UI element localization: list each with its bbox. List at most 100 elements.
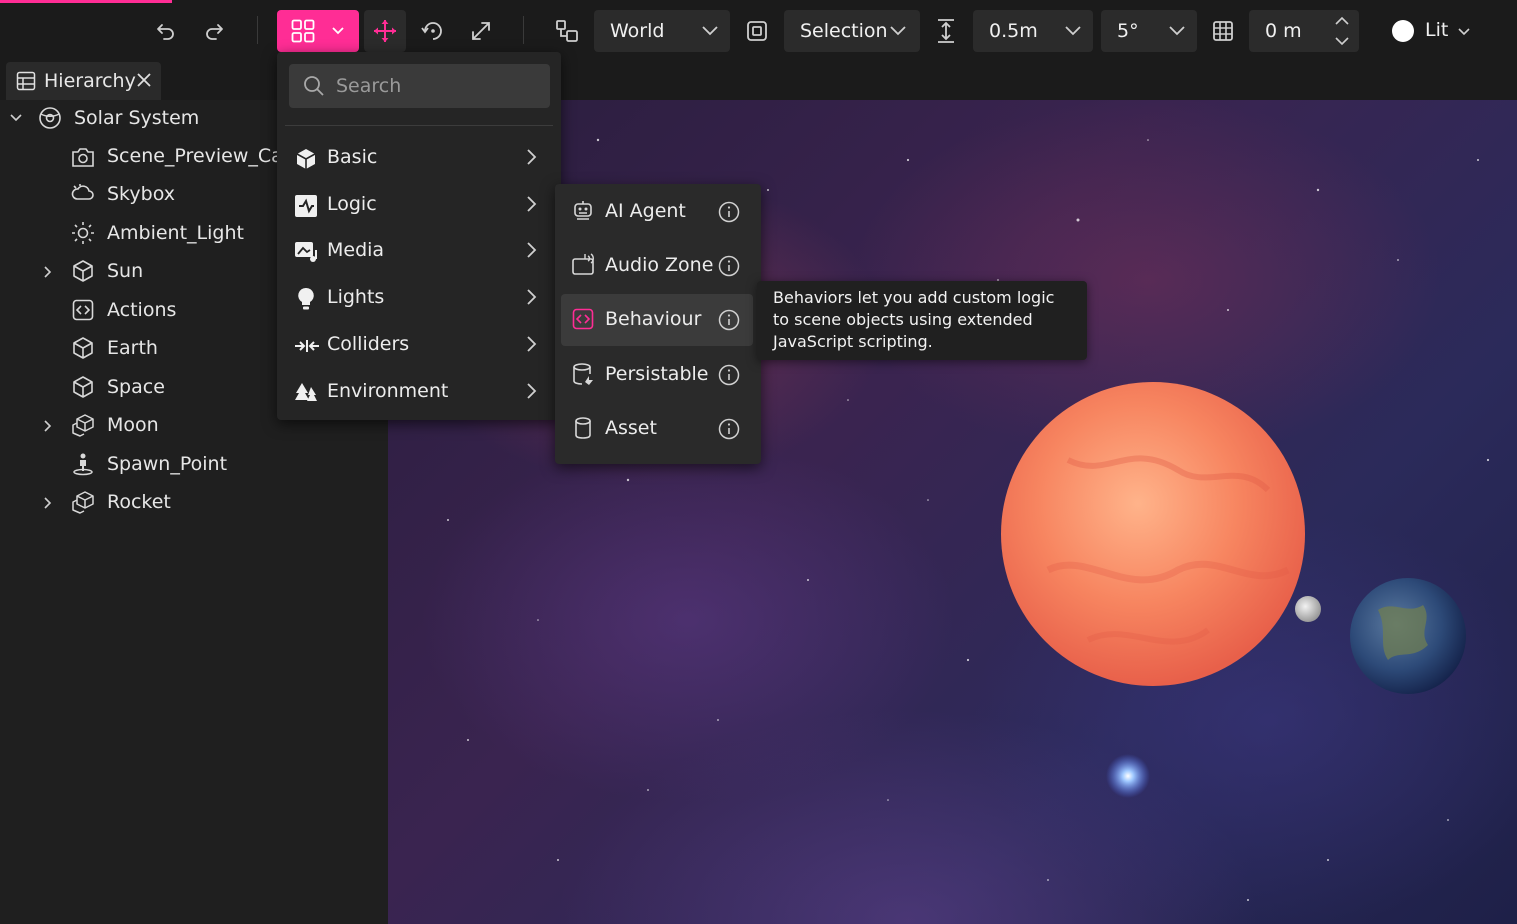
snap-distance-dropdown[interactable]: 0.5m: [973, 10, 1093, 52]
menu-item-basic[interactable]: Basic: [277, 136, 561, 182]
rotate-icon: [421, 22, 442, 40]
hierarchy-item-label: Scene_Preview_Cam: [107, 145, 302, 167]
behaviour-code-icon: [572, 308, 594, 330]
accent-line: [0, 0, 172, 3]
submenu-item-persistable[interactable]: Persistable: [561, 349, 753, 401]
menu-item-environment[interactable]: Environment: [277, 370, 561, 416]
hierarchy-item-label: Rocket: [107, 491, 171, 513]
chevron-right-icon[interactable]: [44, 420, 52, 432]
stepper-arrows-icon: [1335, 16, 1349, 46]
submenu-item-asset[interactable]: Asset: [561, 403, 753, 455]
lighting-mode-value: Lit: [1425, 19, 1449, 41]
menu-item-label: Media: [327, 239, 385, 261]
grid-snap-icon[interactable]: [1203, 10, 1243, 52]
grid-icon: [291, 19, 315, 43]
pivot-icon: [737, 10, 777, 52]
camera-icon: [72, 148, 94, 167]
submenu-item-ai-agent[interactable]: AI Agent: [561, 186, 753, 238]
logic-submenu: AI Agent Audio Zone Behaviour Persistabl…: [555, 184, 761, 464]
hierarchy-item-label: Space: [107, 376, 165, 398]
toolbar-divider: [523, 16, 524, 44]
tooltip-text: Behaviors let you add custom logic to sc…: [773, 288, 1055, 351]
menu-item-label: Colliders: [327, 333, 410, 355]
snap-distance-value: 0.5m: [989, 20, 1038, 42]
chevron-right-icon[interactable]: [44, 266, 52, 278]
tab-hierarchy[interactable]: Hierarchy: [6, 62, 161, 100]
info-icon[interactable]: [718, 309, 740, 331]
cube-filled-icon: [296, 149, 316, 169]
hierarchy-item-label: Sun: [107, 260, 144, 282]
search-icon: [304, 76, 324, 96]
info-icon[interactable]: [718, 255, 740, 277]
info-icon[interactable]: [718, 201, 740, 223]
lighting-mode-dropdown[interactable]: Lit: [1384, 10, 1474, 52]
pivot-mode-dropdown[interactable]: Selection: [784, 10, 920, 52]
menu-item-label: Basic: [327, 146, 378, 168]
hierarchy-item-label: Earth: [107, 337, 158, 359]
behaviour-tooltip: Behaviors let you add custom logic to sc…: [757, 281, 1087, 360]
chevron-right-icon: [527, 149, 537, 165]
persistable-icon: [573, 363, 593, 385]
submenu-item-behaviour[interactable]: Behaviour: [561, 294, 753, 346]
panel-tabbar: Hierarchy: [0, 62, 1517, 101]
rotate-tool-button[interactable]: [413, 10, 453, 52]
hierarchy-root-label: Solar System: [74, 107, 200, 129]
moon-planet: [1295, 596, 1321, 622]
add-object-button[interactable]: [277, 10, 359, 52]
hierarchy-item-label: Moon: [107, 414, 159, 436]
hierarchy-item-label: Ambient_Light: [107, 222, 244, 244]
submenu-item-label: Audio Zone: [605, 254, 714, 276]
chevron-right-icon[interactable]: [44, 497, 52, 509]
submenu-item-audio-zone[interactable]: Audio Zone: [561, 240, 753, 292]
code-icon: [72, 299, 94, 321]
lightbulb-icon: [298, 287, 314, 310]
info-icon[interactable]: [718, 364, 740, 386]
cubes-icon: [72, 414, 94, 437]
scale-icon: [472, 22, 490, 40]
transform-space-icon: [547, 10, 587, 52]
cube-icon: [73, 376, 93, 398]
menu-item-colliders[interactable]: Colliders: [277, 323, 561, 369]
menu-search-input[interactable]: Search: [289, 64, 550, 108]
undo-icon: [157, 24, 174, 40]
solar-system-icon: [39, 107, 61, 129]
move-tool-button[interactable]: [364, 10, 406, 52]
redo-button[interactable]: [194, 10, 234, 52]
logic-icon: [295, 195, 317, 217]
chevron-down-icon: [890, 26, 906, 36]
close-icon[interactable]: [137, 73, 151, 87]
menu-item-logic[interactable]: Logic: [277, 183, 561, 229]
menu-item-label: Environment: [327, 380, 449, 402]
hierarchy-item-label: Actions: [107, 299, 177, 321]
menu-divider: [285, 125, 553, 126]
move-icon: [374, 20, 396, 42]
hierarchy-icon: [16, 71, 36, 91]
chevron-down-icon[interactable]: [10, 114, 22, 122]
grid-offset-stepper[interactable]: 0 m: [1249, 10, 1359, 52]
chevron-down-icon: [1065, 26, 1081, 36]
chevron-down-icon: [702, 26, 718, 36]
info-icon[interactable]: [718, 418, 740, 440]
space-mode-value: World: [610, 20, 665, 42]
chevron-right-icon: [527, 196, 537, 212]
submenu-item-label: Persistable: [605, 363, 709, 385]
grid-offset-value: 0 m: [1265, 20, 1302, 42]
space-mode-dropdown[interactable]: World: [594, 10, 730, 52]
scale-tool-button[interactable]: [461, 10, 501, 52]
search-placeholder: Search: [336, 75, 402, 97]
menu-item-media[interactable]: Media: [277, 229, 561, 275]
chevron-down-icon: [1458, 28, 1470, 36]
chevron-down-icon: [332, 27, 344, 35]
hierarchy-item-label: Spawn_Point: [107, 453, 228, 475]
hierarchy-item[interactable]: Spawn_Point: [0, 446, 388, 484]
submenu-item-label: AI Agent: [605, 200, 686, 222]
menu-item-label: Logic: [327, 193, 377, 215]
snap-angle-dropdown[interactable]: 5°: [1101, 10, 1197, 52]
undo-button[interactable]: [146, 10, 186, 52]
chevron-right-icon: [527, 242, 537, 258]
menu-item-lights[interactable]: Lights: [277, 276, 561, 322]
database-icon: [575, 417, 591, 439]
cube-icon: [73, 337, 93, 359]
hierarchy-item[interactable]: Rocket: [0, 484, 388, 522]
add-object-menu: Search Basic Logic Media Lights Collider…: [277, 52, 561, 420]
